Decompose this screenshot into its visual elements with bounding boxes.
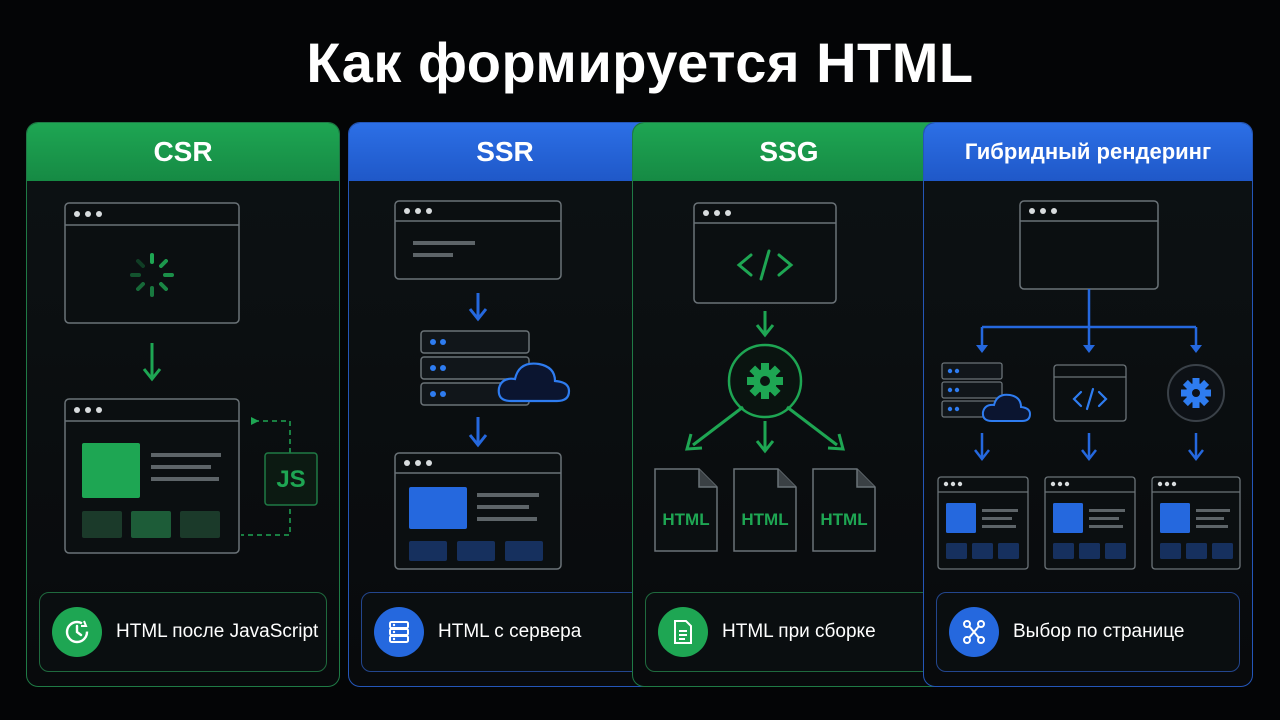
code-browser-window [693, 202, 837, 304]
js-badge-label: JS [276, 466, 305, 493]
code-window [1053, 364, 1127, 422]
html-file-icon: HTML [812, 468, 876, 552]
js-badge: JS [264, 452, 318, 506]
csr-caption: HTML после JavaScript [116, 621, 319, 642]
result-browser-window [937, 476, 1029, 570]
build-gear-icon [727, 343, 803, 419]
down-arrows [974, 433, 1204, 462]
rendered-browser-window [394, 452, 562, 570]
csr-caption-box: HTML после JavaScript [39, 592, 327, 672]
ssg-panel: SSG HTML HTML HTML HTML при сборке [632, 122, 946, 687]
arrow-down-icon [142, 343, 162, 382]
cloud-icon [981, 393, 1032, 422]
html-file-icon: HTML [733, 468, 797, 552]
arrow-down-icon [468, 417, 488, 448]
hybrid-caption: Выбор по странице [1013, 621, 1185, 642]
ssg-header: SSG [633, 123, 945, 181]
ssg-diagram: HTML HTML HTML [654, 202, 876, 552]
ssr-header: SSR [349, 123, 661, 181]
server-icon [374, 607, 424, 657]
hybrid-panel: Гибридный рендеринг Выбор по странице [923, 122, 1253, 687]
ssg-caption: HTML при сборке [722, 621, 876, 642]
csr-diagram: JS [64, 202, 318, 554]
html-file-label: HTML [662, 510, 709, 529]
request-browser-window [394, 200, 562, 280]
branch-icon [949, 607, 999, 657]
split-arrowheads [976, 345, 1202, 353]
csr-panel: CSR JS HTML после JavaScript [26, 122, 340, 687]
csr-header: CSR [27, 123, 339, 181]
hybrid-header: Гибридный рендеринг [924, 123, 1252, 181]
clock-refresh-icon [52, 607, 102, 657]
split-connector [980, 289, 1198, 349]
document-icon [658, 607, 708, 657]
result-browser-window [1151, 476, 1241, 570]
html-file-icon: HTML [654, 468, 718, 552]
gear-icon [1167, 364, 1225, 422]
ssr-caption: HTML с сервера [438, 621, 582, 642]
ssr-diagram [394, 200, 571, 570]
hybrid-diagram [937, 200, 1241, 570]
arrow-down-icon [468, 293, 488, 322]
ssg-caption-box: HTML при сборке [645, 592, 933, 672]
source-browser-window [1019, 200, 1159, 290]
rendered-browser-window [64, 398, 240, 554]
html-file-label: HTML [820, 510, 867, 529]
result-browser-window [1044, 476, 1136, 570]
hybrid-caption-box: Выбор по странице [936, 592, 1240, 672]
ssr-caption-box: HTML с сервера [361, 592, 649, 672]
arrow-left-icon [251, 417, 259, 425]
html-file-label: HTML [741, 510, 788, 529]
page-title: Как формируется HTML [306, 31, 974, 94]
arrow-down-icon [755, 311, 775, 338]
ssr-panel: SSR HTML с сервера [348, 122, 662, 687]
